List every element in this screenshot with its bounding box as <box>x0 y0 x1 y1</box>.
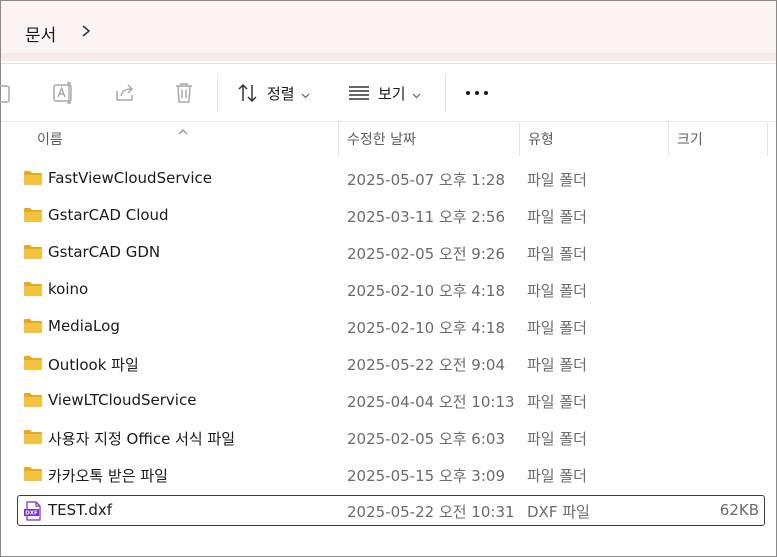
trash-icon <box>173 81 195 105</box>
column-divider[interactable] <box>668 122 669 156</box>
folder-icon <box>23 465 43 487</box>
chevron-down-icon <box>301 84 310 103</box>
file-row[interactable]: FastViewCloudService 2025-05-07 오후 1:28 … <box>17 163 765 193</box>
column-name[interactable]: 이름 <box>37 122 63 156</box>
file-type: 파일 폴더 <box>527 430 587 448</box>
file-name: FastViewCloudService <box>48 169 213 187</box>
column-size[interactable]: 크기 <box>677 122 703 156</box>
column-divider[interactable] <box>767 122 768 156</box>
file-explorer-window: 문서 정렬 보기 이름 수정한 날짜 유형 크기 FastViewCloudSe… <box>0 0 777 557</box>
file-name: GstarCAD GDN <box>48 243 161 261</box>
address-divider <box>1 53 776 61</box>
file-row[interactable]: Outlook 파일 2025-05-22 오전 9:04 파일 폴더 <box>17 348 765 378</box>
address-bar: 문서 <box>1 1 776 53</box>
file-type: 파일 폴더 <box>527 282 587 300</box>
file-type: 파일 폴더 <box>527 393 587 411</box>
column-divider[interactable] <box>338 122 339 156</box>
folder-icon <box>23 317 43 339</box>
file-date: 2025-04-04 오전 10:13 <box>347 393 515 411</box>
file-name: MediaLog <box>48 317 120 335</box>
rename-button[interactable] <box>52 80 76 106</box>
breadcrumb-documents[interactable]: 문서 <box>25 21 56 46</box>
folder-icon <box>23 428 43 450</box>
file-type: 파일 폴더 <box>527 319 587 337</box>
sort-icon <box>237 82 259 104</box>
folder-icon <box>23 206 43 228</box>
file-row[interactable]: MediaLog 2025-02-10 오후 4:18 파일 폴더 <box>17 311 765 341</box>
file-row[interactable]: 카카오톡 받은 파일 2025-05-15 오후 3:09 파일 폴더 <box>17 459 765 489</box>
folder-icon <box>23 280 43 302</box>
file-size: 62KB <box>719 501 759 519</box>
file-row[interactable]: ViewLTCloudService 2025-04-04 오전 10:13 파… <box>17 385 765 415</box>
file-name: koino <box>48 280 89 298</box>
folder-icon <box>23 354 43 376</box>
folder-icon <box>23 243 43 265</box>
file-name: 카카오톡 받은 파일 <box>48 467 168 485</box>
file-date: 2025-02-10 오후 4:18 <box>347 319 505 337</box>
file-type: 파일 폴더 <box>527 208 587 226</box>
toolbar-divider <box>217 74 218 112</box>
file-date: 2025-05-22 오전 10:31 <box>347 503 515 521</box>
file-type: 파일 폴더 <box>527 245 587 263</box>
rename-icon <box>52 81 76 105</box>
copy-button[interactable] <box>0 80 15 106</box>
chevron-right-icon[interactable] <box>79 23 93 39</box>
delete-button[interactable] <box>173 80 195 106</box>
view-list-icon <box>348 85 370 101</box>
file-name: ViewLTCloudService <box>48 391 197 409</box>
file-type: 파일 폴더 <box>527 171 587 189</box>
file-type: DXF 파일 <box>527 503 590 521</box>
folder-icon <box>23 391 43 413</box>
share-icon <box>113 81 137 105</box>
file-name: GstarCAD Cloud <box>48 206 169 224</box>
sort-label: 정렬 <box>267 84 295 103</box>
file-name: Outlook 파일 <box>48 356 139 374</box>
sort-ascending-icon <box>177 121 189 140</box>
file-name: TEST.dxf <box>48 501 112 519</box>
more-icon <box>465 89 489 97</box>
file-date: 2025-05-22 오전 9:04 <box>347 356 505 374</box>
dxf-file-icon: DXF <box>23 501 43 525</box>
column-type[interactable]: 유형 <box>528 122 554 156</box>
file-date: 2025-05-07 오후 1:28 <box>347 171 505 189</box>
sort-button[interactable]: 정렬 <box>237 80 310 106</box>
column-header: 이름 수정한 날짜 유형 크기 <box>1 121 776 156</box>
view-label: 보기 <box>378 84 406 103</box>
share-button[interactable] <box>113 80 137 106</box>
file-row[interactable]: koino 2025-02-10 오후 4:18 파일 폴더 <box>17 274 765 304</box>
file-date: 2025-05-15 오후 3:09 <box>347 467 505 485</box>
toolbar-divider <box>445 74 446 112</box>
copy-icon <box>0 82 15 104</box>
file-date: 2025-02-05 오전 9:26 <box>347 245 505 263</box>
file-date: 2025-02-05 오후 6:03 <box>347 430 505 448</box>
chevron-down-icon <box>412 84 421 103</box>
column-date-modified[interactable]: 수정한 날짜 <box>347 122 416 156</box>
column-divider[interactable] <box>519 122 520 156</box>
file-date: 2025-03-11 오후 2:56 <box>347 208 505 226</box>
file-date: 2025-02-10 오후 4:18 <box>347 282 505 300</box>
file-name: 사용자 지정 Office 서식 파일 <box>48 430 236 448</box>
file-type: 파일 폴더 <box>527 467 587 485</box>
svg-text:DXF: DXF <box>25 511 38 517</box>
file-type: 파일 폴더 <box>527 356 587 374</box>
view-button[interactable]: 보기 <box>348 80 421 106</box>
file-row[interactable]: GstarCAD GDN 2025-02-05 오전 9:26 파일 폴더 <box>17 237 765 267</box>
more-options-button[interactable] <box>465 80 489 106</box>
file-row[interactable]: 사용자 지정 Office 서식 파일 2025-02-05 오후 6:03 파… <box>17 422 765 452</box>
command-bar: 정렬 보기 <box>0 63 776 122</box>
file-row-selected[interactable]: DXF TEST.dxf 2025-05-22 오전 10:31 DXF 파일 … <box>17 495 765 526</box>
file-row[interactable]: GstarCAD Cloud 2025-03-11 오후 2:56 파일 폴더 <box>17 200 765 230</box>
folder-icon <box>23 169 43 191</box>
